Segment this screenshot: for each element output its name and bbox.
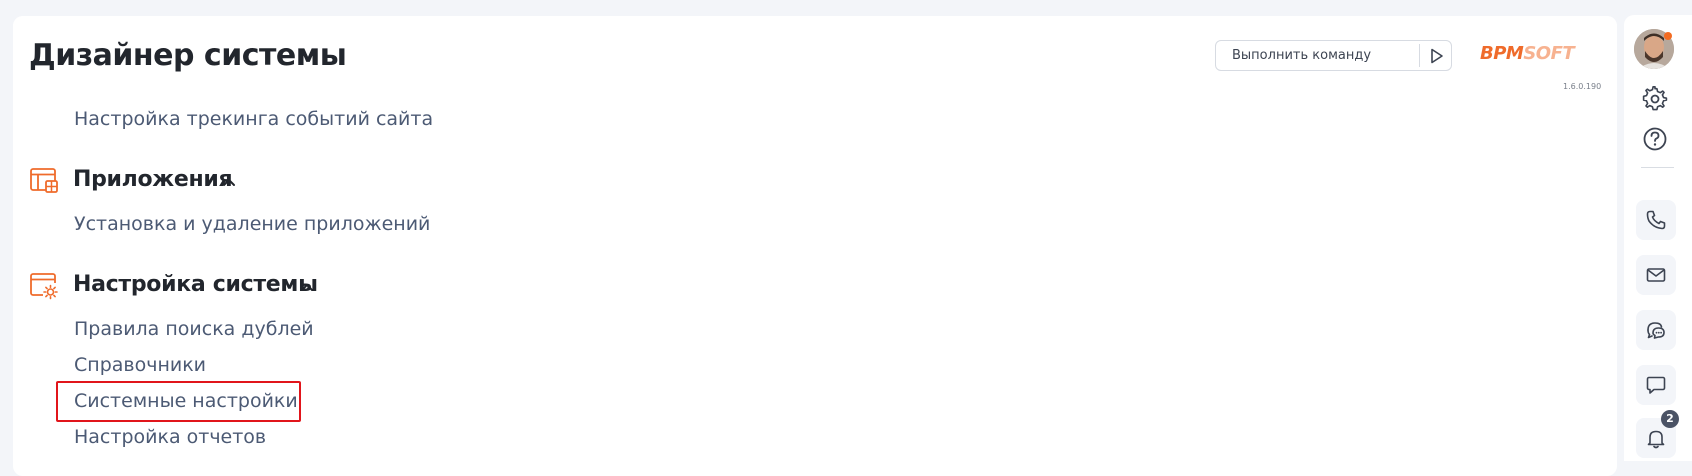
chat-bubbles-icon	[1647, 322, 1665, 339]
chevron-up-icon[interactable]	[222, 177, 236, 187]
command-divider	[1419, 44, 1420, 67]
app-window-icon	[30, 168, 58, 193]
menu-item-lookups[interactable]: Справочники	[74, 354, 206, 376]
menu-item-report-settings[interactable]: Настройка отчетов	[74, 426, 266, 448]
comment-button[interactable]	[1636, 365, 1676, 405]
gear-icon[interactable]	[1640, 84, 1670, 114]
help-icon[interactable]	[1640, 124, 1670, 154]
page-title: Дизайнер системы	[29, 38, 347, 73]
main-panel: Дизайнер системы BPMSOFT 1.6.0.190 Настр…	[13, 16, 1617, 476]
rail-divider	[1641, 167, 1674, 168]
chat-button[interactable]	[1636, 310, 1676, 350]
logo-soft-text: SOFT	[1523, 43, 1575, 64]
bpmsoft-logo: BPMSOFT	[1480, 43, 1606, 67]
system-settings-icon	[30, 273, 58, 300]
phone-icon	[1646, 210, 1666, 230]
highlight-frame	[56, 381, 301, 422]
chevron-up-icon[interactable]	[300, 282, 314, 292]
page-header: Дизайнер системы BPMSOFT 1.6.0.190	[13, 16, 1617, 94]
comment-icon	[1646, 376, 1666, 394]
section-title-system-settings[interactable]: Настройка системы	[73, 272, 318, 297]
status-dot	[1664, 32, 1672, 40]
command-box	[1215, 40, 1452, 71]
version-label: 1.6.0.190	[1563, 82, 1602, 91]
mail-button[interactable]	[1636, 255, 1676, 295]
menu-item-site-tracking[interactable]: Настройка трекинга событий сайта	[74, 108, 433, 130]
command-input[interactable]	[1217, 42, 1417, 69]
phone-button[interactable]	[1636, 200, 1676, 240]
section-title-applications[interactable]: Приложения	[73, 167, 233, 192]
logo-bpm-text: BPM	[1480, 43, 1524, 64]
notification-badge: 2	[1661, 410, 1679, 428]
menu-item-duplicate-rules[interactable]: Правила поиска дублей	[74, 318, 314, 340]
run-command-button[interactable]	[1426, 46, 1446, 66]
menu-item-install-apps[interactable]: Установка и удаление приложений	[74, 213, 430, 235]
mail-icon	[1646, 268, 1666, 282]
play-icon	[1431, 48, 1443, 64]
bell-icon	[1647, 430, 1665, 449]
